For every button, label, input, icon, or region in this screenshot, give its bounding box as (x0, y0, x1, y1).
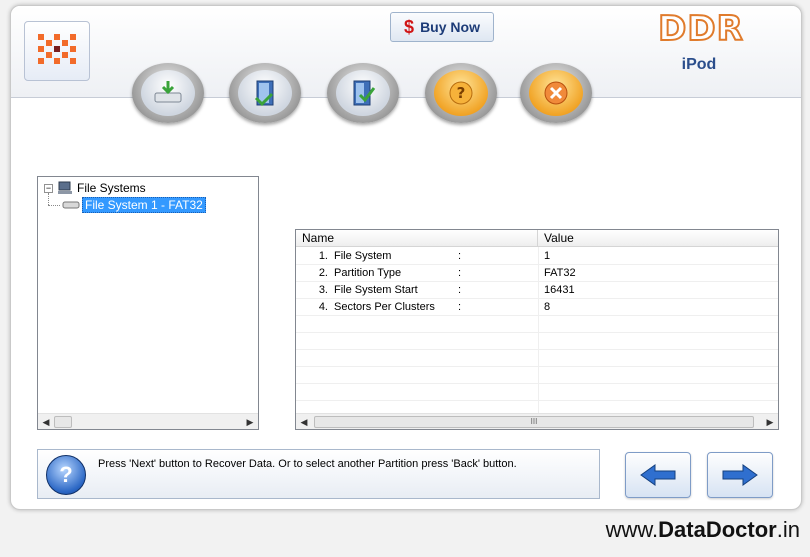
instruction-text: Press 'Next' button to Recover Data. Or … (98, 458, 517, 470)
footer-suffix: .in (776, 517, 800, 542)
drive-download-icon (141, 70, 195, 116)
list-row[interactable]: 4. Sectors Per Clusters : 8 (296, 299, 778, 316)
list-row[interactable]: 3. File System Start : 16431 (296, 282, 778, 299)
open-recovered-button[interactable] (229, 63, 301, 123)
row-colon: : (458, 284, 462, 296)
arrow-left-icon (640, 464, 676, 486)
app-logo (24, 21, 90, 81)
empty-row (296, 350, 778, 367)
row-name: File System (334, 250, 392, 262)
column-header-name[interactable]: Name (296, 230, 538, 247)
list-row[interactable]: 2. Partition Type : FAT32 (296, 265, 778, 282)
back-button[interactable] (625, 452, 691, 498)
help-button[interactable]: ? (425, 63, 497, 123)
svg-text:?: ? (457, 84, 466, 102)
empty-row (296, 316, 778, 333)
drive-icon (62, 201, 80, 209)
recover-check-button[interactable] (327, 63, 399, 123)
exit-button[interactable] (520, 63, 592, 123)
main-window: $ Buy Now DDR iPod ? − File Systems File… (10, 5, 802, 510)
row-name: Sectors Per Clusters (334, 301, 435, 313)
close-x-icon (529, 70, 583, 116)
list-row[interactable]: 1. File System : 1 (296, 248, 778, 265)
tree-item-label: File System 1 - FAT32 (82, 197, 206, 213)
row-value: 1 (544, 250, 551, 262)
tree-item-partition[interactable]: File System 1 - FAT32 (62, 197, 206, 213)
help-info-icon: ? (46, 455, 86, 495)
tree-root-row[interactable]: − File Systems (44, 180, 146, 196)
row-value: FAT32 (544, 267, 576, 279)
header-bar: $ Buy Now DDR iPod (11, 6, 801, 98)
buy-now-button[interactable]: $ Buy Now (390, 12, 494, 42)
row-number: 2. (318, 267, 328, 279)
list-horizontal-scrollbar[interactable]: ◀ III ▶ (296, 413, 778, 429)
empty-row (296, 367, 778, 384)
computer-icon (58, 181, 72, 194)
question-icon: ? (434, 70, 488, 116)
scroll-thumb[interactable] (54, 416, 72, 428)
scroll-thumb[interactable]: III (314, 416, 754, 428)
scroll-right-icon[interactable]: ▶ (244, 416, 256, 428)
tree-connector (48, 193, 49, 205)
scroll-right-icon[interactable]: ▶ (764, 416, 776, 428)
row-value: 8 (544, 301, 551, 313)
next-button[interactable] (707, 452, 773, 498)
buy-now-label: Buy Now (420, 19, 480, 35)
website-footer: www.DataDoctor.in (520, 517, 800, 543)
brand-subtitle: iPod (681, 56, 717, 73)
empty-row (296, 333, 778, 350)
scroll-left-icon[interactable]: ◀ (40, 416, 52, 428)
empty-row (296, 384, 778, 401)
arrow-right-icon (722, 464, 758, 486)
footer-name: DataDoctor (658, 517, 777, 542)
row-name: Partition Type (334, 267, 402, 279)
column-header-value[interactable]: Value (538, 230, 778, 247)
footer-prefix: www. (605, 517, 659, 542)
door-check-icon (336, 70, 390, 116)
tree-collapse-toggle[interactable]: − (44, 183, 53, 193)
tree-connector (48, 205, 60, 206)
tree-root-label: File Systems (77, 181, 146, 195)
dollar-icon: $ (404, 16, 415, 37)
row-colon: : (458, 267, 462, 279)
row-value: 16431 (544, 284, 575, 296)
row-number: 3. (318, 284, 328, 296)
row-colon: : (458, 301, 462, 313)
row-number: 1. (318, 250, 328, 262)
open-door-icon (238, 70, 292, 116)
app-frame: $ Buy Now DDR iPod ? − File Systems File… (0, 0, 810, 557)
row-colon: : (458, 250, 462, 262)
save-data-button[interactable] (132, 63, 204, 123)
row-name: File System Start (334, 284, 418, 296)
scroll-left-icon[interactable]: ◀ (298, 416, 310, 428)
instruction-panel: ? Press 'Next' button to Recover Data. O… (37, 449, 600, 499)
file-system-tree[interactable]: − File Systems File System 1 - FAT32 ◀ ▶ (37, 176, 259, 430)
list-header: Name Value (296, 230, 778, 247)
partition-details-list[interactable]: Name Value 1. File System : 1 2. Partiti… (295, 229, 779, 430)
tree-horizontal-scrollbar[interactable]: ◀ ▶ (38, 413, 258, 429)
brand-title: DDR (657, 8, 744, 50)
row-number: 4. (318, 301, 328, 313)
logo-pattern-icon (38, 34, 76, 64)
